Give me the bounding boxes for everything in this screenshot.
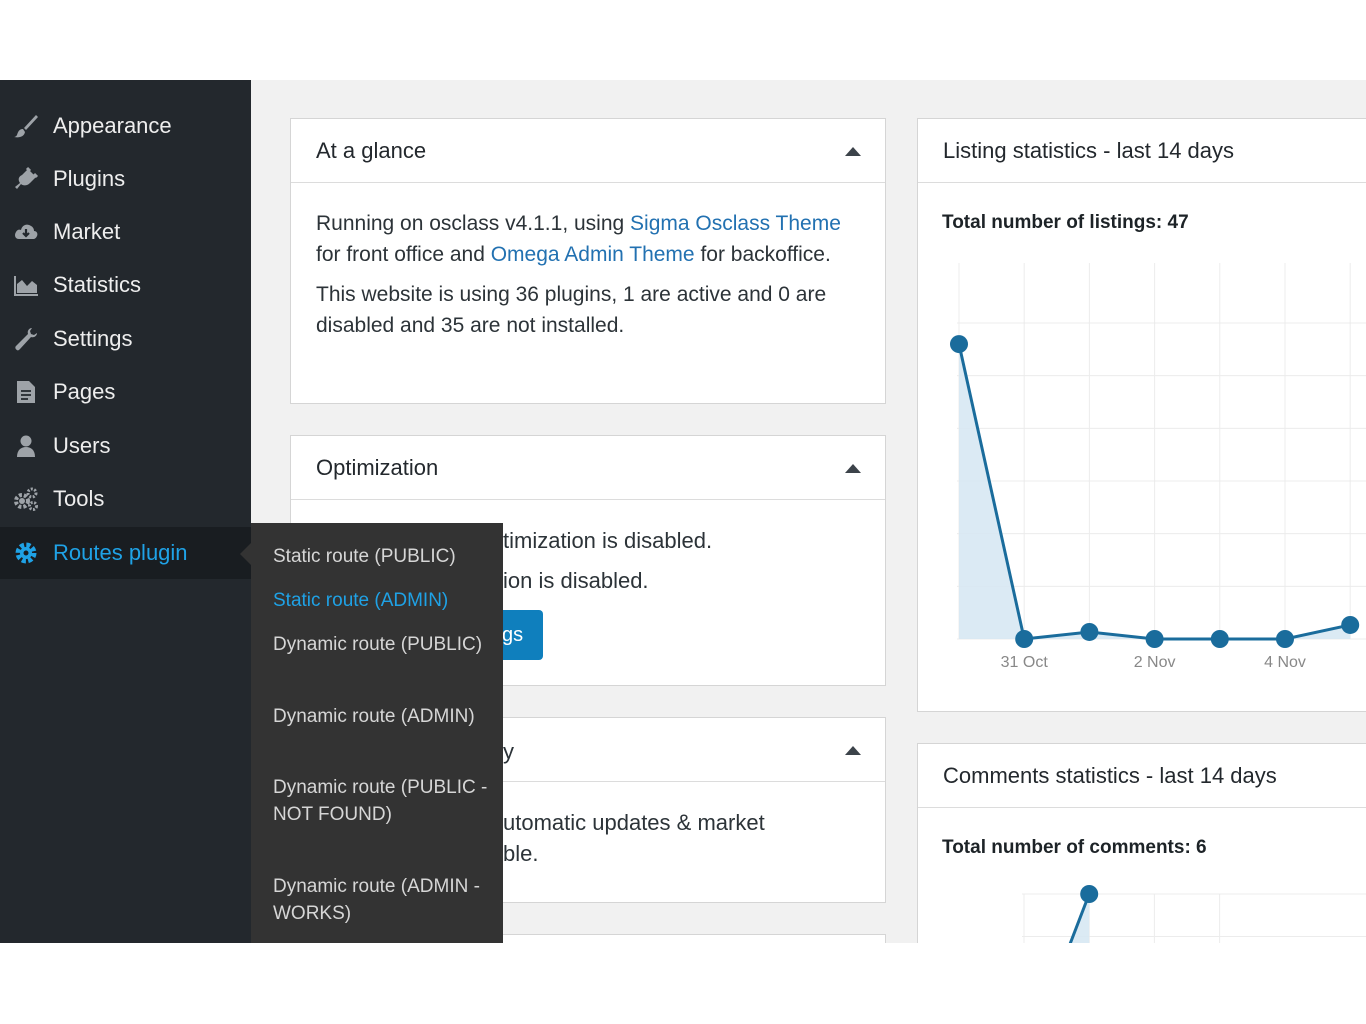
data-point: [1080, 885, 1099, 903]
updates-title-fragment: y: [503, 739, 514, 764]
at-a-glance-header[interactable]: At a glance: [291, 119, 885, 183]
optimization-status-1: timization is disabled.: [503, 528, 713, 553]
collapse-caret-icon[interactable]: [845, 746, 861, 755]
data-point: [1341, 615, 1360, 634]
submenu-item-dynamic-public[interactable]: Dynamic route (PUBLIC): [273, 631, 488, 658]
sidebar-item-routes-plugin[interactable]: Routes plugin: [0, 527, 251, 579]
x-tick-label: 4 Nov: [1264, 654, 1306, 671]
comments-statistics-panel: Comments statistics - last 14 days Total…: [917, 743, 1366, 943]
listings-total: Total number of listings: 47: [942, 212, 1189, 233]
sidebar-item-label: Pages: [53, 379, 116, 404]
sidebar-item-settings[interactable]: Settings: [0, 313, 251, 365]
submenu-pointer: [240, 543, 251, 565]
updates-text-2: ble.: [503, 841, 539, 866]
plugins-info: This website is using 36 plugins, 1 are …: [316, 283, 827, 337]
at-a-glance-body: Running on osclass v4.1.1, using Sigma O…: [291, 183, 885, 341]
comments-statistics-chart: [1022, 885, 1366, 943]
x-tick-label: 31 Oct: [1001, 654, 1049, 671]
listing-statistics-header[interactable]: Listing statistics - last 14 days: [918, 119, 1366, 183]
data-point: [1276, 630, 1294, 648]
data-point: [1145, 630, 1164, 648]
optimization-status-2: ion is disabled.: [503, 568, 649, 593]
panel-title: Comments statistics - last 14 days: [943, 762, 1277, 788]
at-a-glance-panel: At a glance Running on osclass v4.1.1, u…: [290, 118, 886, 404]
paintbrush-icon: [13, 113, 39, 139]
data-point: [1015, 630, 1034, 648]
x-tick-label: 2 Nov: [1134, 654, 1176, 671]
data-point: [950, 335, 968, 354]
submenu-item-dynamic-admin[interactable]: Dynamic route (ADMIN): [273, 703, 488, 730]
version-info: Running on osclass v4.1.1, using Sigma O…: [316, 212, 841, 266]
panel-title: Listing statistics - last 14 days: [943, 137, 1235, 163]
listing-statistics-panel: Listing statistics - last 14 days Total …: [917, 118, 1366, 712]
sidebar-item-tools[interactable]: Tools: [0, 473, 251, 525]
area-chart-icon: [13, 272, 39, 298]
optimization-header[interactable]: Optimization: [291, 436, 885, 500]
data-point: [1210, 630, 1229, 648]
submenu-item-dynamic-public-not-found[interactable]: Dynamic route (PUBLIC - NOT FOUND): [273, 774, 488, 828]
admin-viewport: Appearance Plugins Market Statistics Set…: [0, 80, 1366, 943]
sidebar-item-pages[interactable]: Pages: [0, 366, 251, 418]
sigma-theme-link[interactable]: Sigma Osclass Theme: [630, 212, 841, 235]
user-icon: [13, 433, 39, 459]
submenu-item-static-public[interactable]: Static route (PUBLIC): [273, 543, 488, 570]
wrench-icon: [13, 326, 39, 352]
sidebar-item-label: Settings: [53, 326, 133, 351]
gears-icon: [13, 486, 39, 512]
comments-statistics-header[interactable]: Comments statistics - last 14 days: [918, 744, 1366, 808]
panel-title: At a glance: [316, 137, 427, 163]
sidebar-item-plugins[interactable]: Plugins: [0, 153, 251, 205]
gear-icon: [13, 540, 39, 566]
admin-sidebar: Appearance Plugins Market Statistics Set…: [0, 80, 251, 943]
document-icon: [13, 379, 39, 405]
sidebar-item-appearance[interactable]: Appearance: [0, 100, 251, 152]
sidebar-item-label: Appearance: [53, 113, 172, 138]
sidebar-item-label: Market: [53, 219, 121, 244]
data-point: [1080, 622, 1099, 641]
sidebar-item-statistics[interactable]: Statistics: [0, 259, 251, 311]
sidebar-item-users[interactable]: Users: [0, 420, 251, 472]
sidebar-item-label: Users: [53, 433, 111, 458]
panel-title: Optimization: [316, 454, 439, 480]
collapse-caret-icon[interactable]: [845, 147, 861, 156]
comments-total: Total number of comments: 6: [942, 837, 1207, 858]
sidebar-item-label: Tools: [53, 486, 105, 511]
listing-statistics-chart: 31 Oct 2 Nov 4 Nov: [950, 263, 1366, 671]
routes-submenu: Static route (PUBLIC) Static route (ADMI…: [251, 523, 503, 943]
sidebar-item-market[interactable]: Market: [0, 206, 251, 258]
omega-admin-theme-link[interactable]: Omega Admin Theme: [491, 243, 695, 266]
cloud-download-icon: [13, 219, 39, 245]
collapse-caret-icon[interactable]: [845, 464, 861, 473]
sidebar-item-label: Statistics: [53, 272, 142, 297]
updates-text-1: utomatic updates & market: [503, 810, 765, 835]
submenu-item-dynamic-admin-works[interactable]: Dynamic route (ADMIN - WORKS): [273, 873, 488, 927]
plug-icon: [13, 166, 39, 192]
sidebar-item-label: Routes plugin: [53, 540, 188, 565]
submenu-item-static-admin[interactable]: Static route (ADMIN): [273, 587, 488, 614]
sidebar-item-label: Plugins: [53, 166, 126, 191]
